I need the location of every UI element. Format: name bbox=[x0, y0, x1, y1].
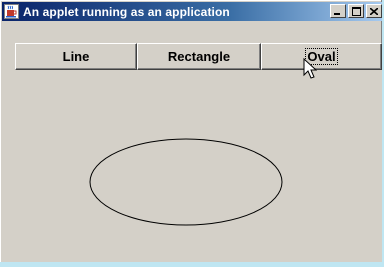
title-bar[interactable]: An applet running as an application bbox=[2, 2, 382, 21]
line-button[interactable]: Line bbox=[15, 43, 137, 70]
minimize-button[interactable] bbox=[330, 4, 346, 18]
shape-toolbar: Line Rectangle Oval bbox=[15, 43, 382, 70]
window-title: An applet running as an application bbox=[23, 4, 230, 19]
close-icon bbox=[370, 7, 378, 15]
drawn-oval bbox=[89, 138, 283, 226]
close-button[interactable] bbox=[366, 4, 382, 18]
app-window: An applet running as an application Line… bbox=[0, 0, 382, 262]
maximize-button[interactable] bbox=[348, 4, 364, 18]
arrow-pointer-icon bbox=[303, 57, 318, 85]
rectangle-button[interactable]: Rectangle bbox=[137, 43, 261, 70]
window-controls bbox=[328, 4, 382, 18]
canvas-drawing bbox=[89, 138, 283, 226]
oval-button[interactable]: Oval bbox=[261, 43, 382, 70]
maximize-icon bbox=[351, 6, 361, 16]
line-button-label: Line bbox=[62, 49, 90, 64]
minimize-icon bbox=[334, 12, 340, 15]
rectangle-button-label: Rectangle bbox=[167, 49, 231, 64]
java-cup-icon bbox=[4, 4, 19, 19]
drawing-canvas[interactable] bbox=[15, 70, 382, 262]
